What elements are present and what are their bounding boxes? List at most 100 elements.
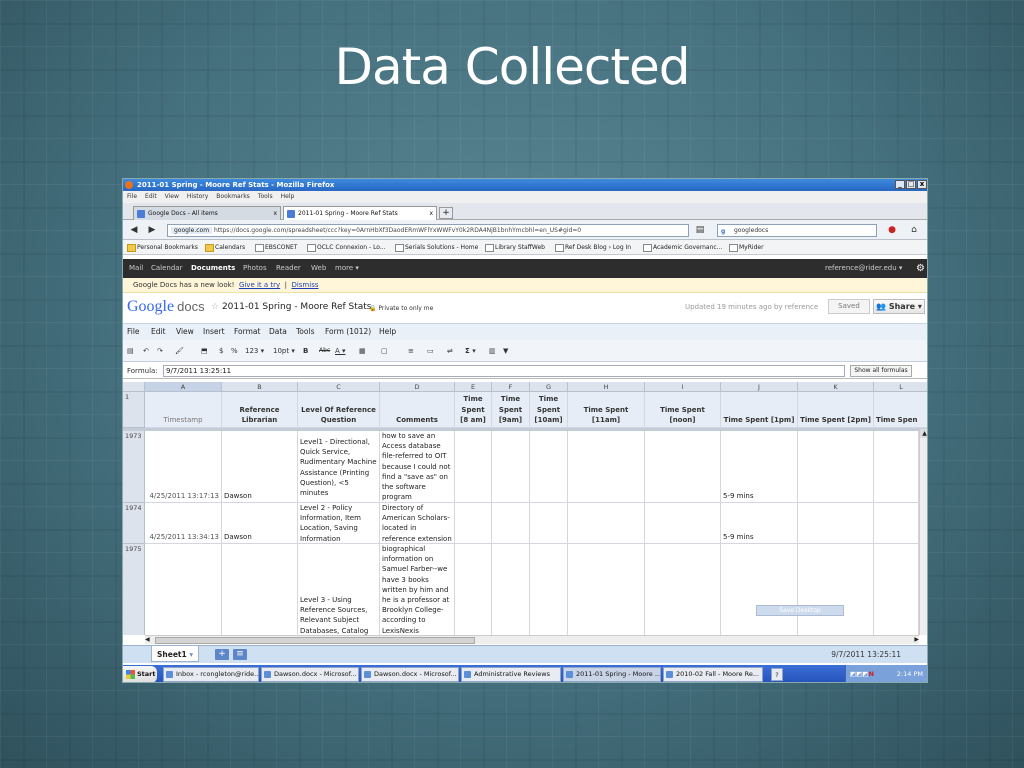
horizontal-scrollbar[interactable]: ◀ ▶ <box>145 635 919 644</box>
menu-view[interactable]: View <box>165 191 179 203</box>
gbar-mail[interactable]: Mail <box>129 259 143 278</box>
home-icon[interactable]: ⌂ <box>907 224 921 237</box>
percent-button[interactable]: % <box>231 340 238 362</box>
bookmark-refdesk-blog[interactable]: Ref Desk Blog › Log In <box>555 240 631 255</box>
table-cell[interactable]: Dawson <box>222 503 298 544</box>
new-tab-button[interactable]: + <box>439 207 453 219</box>
menu-file[interactable]: File <box>127 191 137 203</box>
corner-cell[interactable] <box>123 382 145 392</box>
table-cell[interactable] <box>492 503 530 544</box>
cell-comments[interactable]: Directory of American Scholars- located … <box>380 503 455 544</box>
cell-comments[interactable]: biographical information on Samuel Farbe… <box>380 544 455 635</box>
table-cell[interactable]: Dawson <box>222 431 298 503</box>
scrollbar-thumb[interactable] <box>155 637 475 644</box>
bookmark-personal[interactable]: Personal Bookmarks <box>127 240 198 255</box>
app-menu-format[interactable]: Format <box>234 324 260 340</box>
header-timestamp[interactable]: Timestamp <box>145 392 222 428</box>
maximize-button[interactable]: □ <box>906 180 916 189</box>
cell-timestamp[interactable] <box>145 544 222 635</box>
row-number[interactable]: 1 <box>123 392 145 428</box>
strikethrough-button[interactable]: Abc <box>319 340 330 362</box>
gbar-calendar[interactable]: Calendar <box>151 259 182 278</box>
wrap-text-icon[interactable]: ⇌ <box>447 340 453 362</box>
menu-tools[interactable]: Tools <box>258 191 273 203</box>
sheet-menu-icon[interactable]: ▾ <box>189 650 193 659</box>
start-button[interactable]: Start <box>123 666 157 682</box>
currency-button[interactable]: $ <box>219 340 223 362</box>
print-icon[interactable]: ▤ <box>693 224 707 237</box>
gear-icon[interactable]: ⚙ <box>916 259 925 278</box>
text-color-button[interactable]: A ▾ <box>335 340 346 362</box>
column-header-f[interactable]: F <box>492 382 530 392</box>
app-menu-view[interactable]: View <box>176 324 194 340</box>
save-desktop-overlay[interactable]: Save Desktop <box>756 605 844 616</box>
redo-icon[interactable]: ↷ <box>157 340 163 362</box>
column-header-g[interactable]: G <box>530 382 568 392</box>
header-comments[interactable]: Comments <box>380 392 455 428</box>
bookmark-calendars[interactable]: Calendars <box>205 240 245 255</box>
column-header-k[interactable]: K <box>798 382 874 392</box>
table-cell[interactable] <box>568 503 645 544</box>
column-header-e[interactable]: E <box>455 382 492 392</box>
table-cell[interactable] <box>455 544 492 635</box>
formula-input[interactable]: 9/7/2011 13:25:11 <box>163 365 845 377</box>
align-icon[interactable]: ≡ <box>408 340 414 362</box>
merge-icon[interactable]: ▭ <box>427 340 434 362</box>
minimize-button[interactable]: _ <box>895 180 905 189</box>
back-icon[interactable]: ◀ <box>127 224 141 237</box>
cell-comments[interactable]: how to save an Access database file-refe… <box>380 431 455 503</box>
vertical-scrollbar[interactable]: ▲ <box>919 429 927 635</box>
help-button[interactable]: ? <box>771 668 783 681</box>
menu-bookmarks[interactable]: Bookmarks <box>216 191 250 203</box>
table-cell[interactable] <box>645 431 721 503</box>
header-time-3pm[interactable]: Time Spen <box>874 392 927 428</box>
header-time-10am[interactable]: Time Spent [10am] <box>530 392 568 428</box>
background-color-icon[interactable]: ▦ <box>359 340 366 362</box>
cell-level[interactable]: Level1 - Directional, Quick Service, Rud… <box>298 431 380 503</box>
star-icon[interactable]: ☆ <box>211 302 219 312</box>
show-all-formulas-button[interactable]: Show all formulas <box>850 365 912 377</box>
app-menu-data[interactable]: Data <box>269 324 287 340</box>
chart-icon[interactable]: ▥ <box>489 340 496 362</box>
app-menu-form[interactable]: Form (1012) <box>325 324 371 340</box>
share-button[interactable]: 👥 Share ▾ <box>873 299 925 314</box>
tab-close-icon[interactable]: x <box>273 207 277 220</box>
gbar-documents[interactable]: Documents <box>191 259 235 278</box>
cell-librarian[interactable] <box>222 544 298 635</box>
undo-icon[interactable]: ↶ <box>143 340 149 362</box>
menu-history[interactable]: History <box>187 191 208 203</box>
scroll-left-icon[interactable]: ◀ <box>145 636 150 643</box>
give-it-a-try-link[interactable]: Give it a try <box>239 281 280 289</box>
table-cell[interactable] <box>874 544 919 635</box>
google-docs-logo[interactable]: Google docs <box>127 298 205 316</box>
app-menu-insert[interactable]: Insert <box>203 324 225 340</box>
saved-button[interactable]: Saved <box>828 299 870 314</box>
taskbar-dawson-docx-1[interactable]: Dawson.docx - Microsof... <box>261 667 359 682</box>
table-cell[interactable] <box>874 503 919 544</box>
table-cell[interactable] <box>492 544 530 635</box>
gbar-web[interactable]: Web <box>311 259 326 278</box>
number-format-dropdown[interactable]: 123 ▾ <box>245 340 264 362</box>
privacy-status[interactable]: 🔒 Private to only me <box>369 305 433 312</box>
gbar-more[interactable]: more ▾ <box>335 259 359 278</box>
table-cell[interactable]: 5-9 mins <box>721 503 798 544</box>
taskbar-dawson-docx-2[interactable]: Dawson.docx - Microsof... <box>361 667 459 682</box>
adblock-icon[interactable]: ● <box>885 224 899 237</box>
table-cell[interactable] <box>530 431 568 503</box>
cell-time-1pm[interactable] <box>721 544 798 635</box>
row-number[interactable]: 1974 <box>123 503 145 544</box>
taskbar-ref-stats-fall[interactable]: 2010-02 Fall - Moore Re... <box>663 667 763 682</box>
bold-button[interactable]: B <box>303 340 308 362</box>
forward-icon[interactable]: ▶ <box>145 224 159 237</box>
header-time-9am[interactable]: Time Spent [9am] <box>492 392 530 428</box>
menu-help[interactable]: Help <box>281 191 295 203</box>
font-size-dropdown[interactable]: 10pt ▾ <box>273 340 295 362</box>
close-window-button[interactable]: x <box>917 180 927 189</box>
column-header-l[interactable]: L <box>874 382 927 392</box>
tab-close-icon[interactable]: x <box>429 207 433 220</box>
sum-button[interactable]: Σ ▾ <box>465 340 476 362</box>
filter-icon[interactable]: ▼ <box>503 340 508 362</box>
row-number[interactable]: 1973 <box>123 431 145 503</box>
dismiss-link[interactable]: Dismiss <box>291 281 318 289</box>
document-title[interactable]: ☆ 2011-01 Spring - Moore Ref Stats <box>211 302 372 312</box>
